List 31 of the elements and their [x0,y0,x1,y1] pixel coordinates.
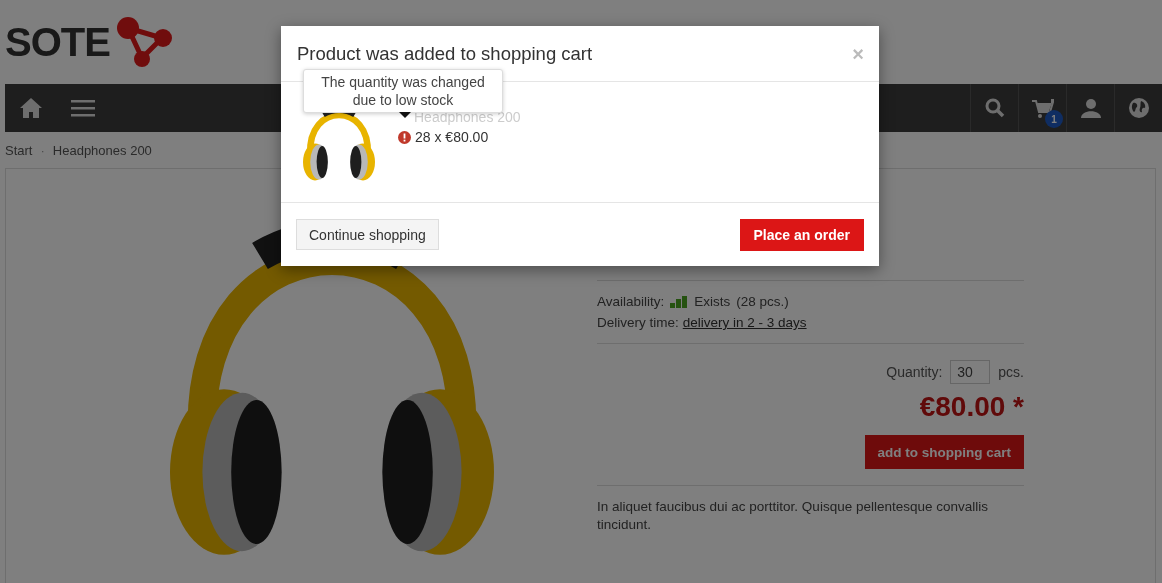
availability-label: Availability: [597,293,665,311]
availability-status: Exists [694,293,731,311]
place-order-button[interactable]: Place an order [739,219,864,251]
stock-count: (28 pcs.) [736,293,789,311]
logo-text: SOTE [5,19,110,65]
product-price: €80.00 * [918,391,1024,423]
quantity-unit: pcs. [998,364,1024,380]
breadcrumb-link[interactable]: Start [5,142,33,158]
tooltip: The quantity was changed due to low stock [303,69,503,113]
user-icon[interactable] [1080,98,1101,118]
breadcrumb-separator: · [40,142,45,158]
product-description: In aliquet faucibus dui ac porttitor. Quisque pellentesque convallis tincidunt. [597,498,989,534]
search-icon[interactable] [984,98,1005,118]
breadcrumb-link[interactable]: Headphones 200 [52,142,152,158]
quantity-field[interactable]: 30 [950,360,991,384]
delivery-link[interactable]: delivery in 2 - 3 days [682,312,807,333]
tooltip-arrow-icon [399,112,411,118]
home-icon[interactable] [19,97,43,119]
dialog-title: Product was added to shopping cart [297,42,593,65]
cart-icon[interactable] [1031,98,1054,118]
quantity-label: Quantity: [886,364,943,380]
continue-shopping-button[interactable]: Continue shopping [296,219,439,250]
stock-bars-icon [670,295,689,308]
warning-icon [398,130,411,144]
globe-icon[interactable] [1128,98,1149,118]
add-to-cart-button[interactable]: add to shopping cart [864,435,1024,469]
cart-count-badge: 1 [1045,110,1063,128]
cart-item-quantity-price: 28 x €80.00 [415,129,489,145]
logo-icon [115,16,174,68]
delivery-label: Delivery time: [597,314,679,332]
menu-icon[interactable] [71,99,95,117]
